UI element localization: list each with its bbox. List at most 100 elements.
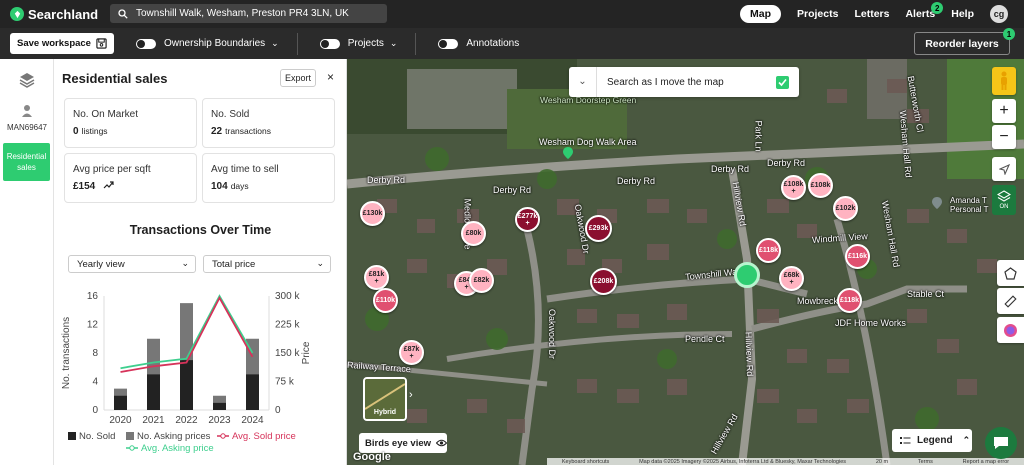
chevron-down-icon[interactable]: ⌄ [271, 38, 279, 49]
user-icon[interactable] [21, 104, 33, 118]
price-pin[interactable]: £116k [845, 244, 870, 269]
bar-sold [246, 374, 259, 410]
nav-alerts[interactable]: Alerts 2 [905, 2, 944, 20]
search-as-move-checkbox[interactable] [776, 75, 789, 89]
nav-projects[interactable]: Projects [797, 8, 838, 20]
zoom-out-button[interactable]: − [992, 125, 1016, 149]
y2-tick-label: 225 k [275, 320, 300, 331]
birds-eye-view-button[interactable]: Birds eye view [359, 433, 447, 453]
chevron-down-icon[interactable]: ⌄ [569, 67, 597, 97]
divider [415, 32, 417, 55]
alerts-count-badge: 2 [931, 2, 944, 14]
y-tick-label: 16 [87, 291, 99, 302]
search-as-move-control[interactable]: ⌄ Search as I move the map [569, 67, 799, 97]
price-pin[interactable]: £80k [461, 221, 486, 246]
chat-support-button[interactable] [985, 427, 1017, 459]
legend-label: Legend [917, 435, 953, 446]
stat-card-sold: No. Sold 22 transactions [202, 98, 335, 148]
keyboard-shortcuts-link[interactable]: Keyboard shortcuts [562, 459, 609, 465]
pin-label: £208k [593, 278, 614, 285]
pin-label: £102k [835, 205, 856, 212]
projects-label: Projects [347, 38, 384, 49]
nav-letters[interactable]: Letters [854, 8, 889, 20]
stat-unit: transactions [225, 126, 271, 136]
price-pin[interactable]: £87k + [399, 340, 424, 365]
price-pin[interactable]: £208k [590, 268, 617, 295]
close-icon[interactable]: × [327, 70, 334, 84]
chevron-right-icon[interactable]: › [409, 389, 413, 401]
brand-logo[interactable]: Searchland [10, 7, 98, 22]
price-pin[interactable]: £108k + [781, 175, 806, 200]
price-pin[interactable]: £130k [360, 201, 385, 226]
price-pin[interactable]: £118k [837, 288, 862, 313]
legend-button[interactable]: Legend ⌃ [892, 429, 972, 452]
search-icon [118, 8, 128, 19]
toggle-switch[interactable] [319, 38, 340, 49]
price-pin[interactable]: £82k [469, 268, 494, 293]
stat-value: 0 listings [73, 126, 108, 137]
place-marker-icon[interactable] [932, 197, 942, 209]
transactions-chart: 0 4 8 12 16 0 75 k 150 k 225 k 300 k No. transacti… [61, 291, 312, 454]
view-select[interactable]: Yearly view ⌄ [68, 255, 196, 273]
user-avatar[interactable]: cg [990, 5, 1008, 23]
nav-map[interactable]: Map [740, 5, 782, 23]
pin-plus-icon: + [789, 278, 794, 286]
street-view-pegman-button[interactable] [992, 67, 1016, 95]
pin-label: £108k [783, 180, 804, 188]
price-pin[interactable]: £68k + [779, 266, 804, 291]
ai-assistant-tool[interactable] [997, 317, 1024, 343]
y-tick-label: 12 [87, 320, 99, 331]
stat-card-on-market: No. On Market 0 listings [64, 98, 197, 148]
toggle-switch[interactable] [136, 38, 156, 49]
draw-polygon-tool[interactable] [997, 260, 1024, 286]
reorder-layers-button[interactable]: Reorder layers 1 [914, 28, 1015, 55]
brand-logo-icon [10, 7, 24, 21]
map-view[interactable]: Derby Rd Derby Rd Derby Rd Derby Rd Derb… [347, 59, 1024, 465]
save-workspace-button[interactable]: Save workspace [10, 33, 114, 54]
toggle-switch[interactable] [438, 38, 459, 49]
legend-label-asking: No. Asking prices [137, 431, 211, 442]
x-tick-label: 2023 [208, 415, 231, 426]
report-map-error-link[interactable]: Report a map error [963, 459, 1009, 465]
x-tick-label: 2024 [241, 415, 264, 426]
layers-icon [997, 190, 1011, 202]
layers-icon[interactable] [18, 71, 36, 89]
street-label: Hillview Rd [743, 331, 756, 377]
ruler-icon [1004, 294, 1017, 308]
ownership-boundaries-toggle[interactable]: Ownership Boundaries ⌄ [136, 38, 279, 49]
hybrid-map-type-button[interactable]: Hybrid [363, 377, 407, 421]
annotations-toggle[interactable]: Annotations [438, 38, 519, 49]
park-marker-icon[interactable] [563, 147, 573, 159]
projects-toggle[interactable]: Projects ⌄ [319, 38, 398, 49]
pin-plus-icon: + [525, 219, 530, 227]
price-pin[interactable]: £110k [373, 288, 398, 313]
price-pin[interactable]: £277k + [515, 207, 540, 232]
price-pin[interactable]: £108k [808, 173, 833, 198]
measure-tool[interactable] [997, 288, 1024, 314]
terms-link[interactable]: Terms [918, 459, 933, 465]
residential-sales-tab[interactable]: Residential sales [3, 143, 50, 181]
price-pin[interactable]: £293k [585, 215, 612, 242]
pin-label: £130k [362, 210, 383, 217]
panel-title: Residential sales [62, 71, 168, 86]
price-pin[interactable]: £102k [833, 196, 858, 221]
search-value: Townshill Walk, Wesham, Preston PR4 3LN,… [136, 8, 349, 19]
price-select[interactable]: Total price ⌄ [203, 255, 331, 273]
export-button[interactable]: Export [280, 69, 316, 87]
selected-location-marker[interactable] [734, 262, 760, 288]
left-rail: MAN69647 Residential sales [0, 59, 54, 465]
nav-help[interactable]: Help [951, 8, 974, 20]
stat-label: No. On Market [73, 109, 139, 120]
pin-label: £87k [403, 345, 420, 353]
locate-button[interactable] [992, 157, 1016, 181]
brand-name: Searchland [28, 6, 99, 22]
zoom-in-button[interactable]: + [992, 99, 1016, 123]
legend-swatch-asking [126, 432, 134, 440]
layers-toggle-button[interactable]: ON [992, 185, 1016, 215]
price-pin[interactable]: £81k + [364, 265, 389, 290]
chevron-down-icon[interactable]: ⌄ [390, 38, 398, 49]
map-attribution: Keyboard shortcuts Map data ©2025 Imager… [547, 458, 1024, 465]
price-pin[interactable]: £118k [756, 238, 781, 263]
location-search-input[interactable]: Townshill Walk, Wesham, Preston PR4 3LN,… [110, 4, 387, 23]
stat-number: 104 [211, 181, 228, 192]
